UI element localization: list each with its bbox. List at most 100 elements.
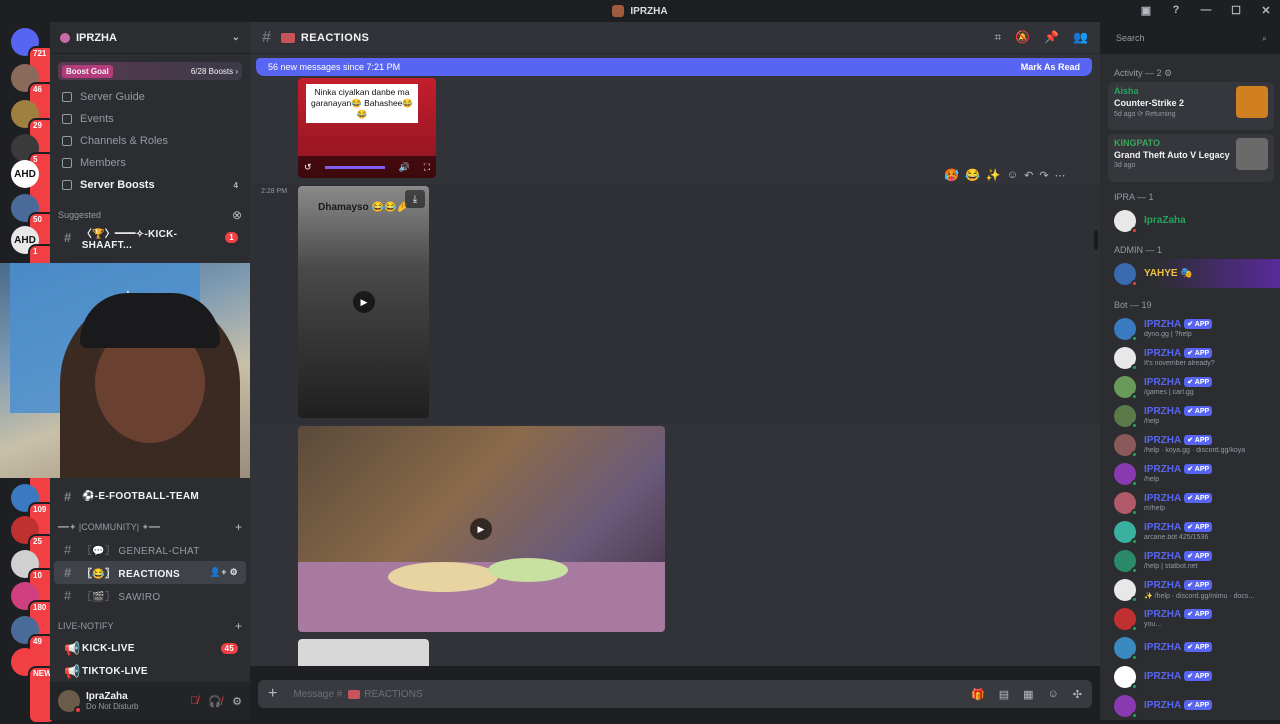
scrollbar[interactable]	[1094, 230, 1098, 250]
video-attachment[interactable]: ▶	[298, 426, 665, 632]
video-attachment[interactable]	[298, 639, 429, 666]
bot-member-item[interactable]: IPRZHA ✔ APP	[1100, 633, 1280, 662]
threads-icon[interactable]: ⌗	[994, 30, 1001, 45]
sticker-icon[interactable]: ▦	[1023, 688, 1033, 701]
reply-icon[interactable]: ↶	[1024, 169, 1033, 182]
add-channel-icon[interactable]: +	[235, 619, 242, 633]
members-icon[interactable]: 👥	[1073, 30, 1088, 45]
help-icon[interactable]: ?	[1168, 2, 1184, 18]
deafen-icon[interactable]: 🎧̸	[208, 695, 222, 708]
channel-item[interactable]: # 〖💬〗 GENERAL-CHAT	[54, 538, 246, 561]
bot-status: /help	[1144, 476, 1160, 483]
download-icon[interactable]: ⤓	[405, 190, 425, 208]
gif-icon[interactable]: ▤	[999, 688, 1009, 701]
channel-item[interactable]: # 〖🎬〗 SAWIRO	[54, 584, 246, 607]
bot-member-item[interactable]: IPRZHA ✔ APP you...	[1100, 604, 1280, 633]
apps-icon[interactable]: ✣	[1073, 688, 1082, 701]
nav-item-channels-roles[interactable]: Channels & Roles	[50, 130, 250, 152]
app-badge: ✔ APP	[1184, 493, 1213, 504]
video-attachment[interactable]: Ninka ciyalkan danbe ma garanayan😂 Bahas…	[298, 78, 436, 178]
bot-member-item[interactable]: IPRZHA ✔ APP/games | carl.gg	[1100, 372, 1280, 401]
user-panel: IpraZaha Do Not Disturb 🎙̸ 🎧̸ ⚙	[50, 682, 250, 720]
emoji-reaction-1[interactable]: 🥵	[944, 168, 959, 182]
play-icon[interactable]: ▶	[353, 291, 375, 313]
channel-settings-icon[interactable]: 👤+ ⚙	[210, 567, 238, 578]
channel-emoji-icon	[280, 32, 295, 43]
message-actions: 🥵 😂 ✨ ☺ ↶ ↷ ⋯	[944, 168, 1066, 182]
bot-member-item[interactable]: IPRZHA ✔ APP It's november already?	[1100, 343, 1280, 372]
forward-icon[interactable]: ↷	[1039, 169, 1048, 182]
gift-icon[interactable]: 🎁	[971, 688, 985, 701]
bot-member-item[interactable]: IPRZHA ✔ APP/help	[1100, 401, 1280, 430]
live-notify-category[interactable]: LIVE-NOTIFY +	[50, 615, 250, 637]
bot-member-item[interactable]: IPRZHA ✔ APP	[1100, 662, 1280, 691]
dismiss-icon[interactable]: ⊗	[232, 208, 242, 222]
new-messages-bar[interactable]: 56 new messages since 7:21 PM Mark As Re…	[256, 58, 1092, 76]
hash-icon: #	[262, 28, 271, 46]
nav-item-server-guide[interactable]: Server Guide	[50, 86, 250, 108]
bot-member-item[interactable]: IPRZHA ✔ APP/help · koya.gg · discord.gg/…	[1100, 430, 1280, 459]
pin-icon[interactable]: 📌	[1044, 30, 1059, 45]
bot-member-item[interactable]: IPRZHA ✔ APP	[1100, 691, 1280, 720]
bot-name: IPRZHA	[1144, 642, 1182, 653]
minimize-button[interactable]: —	[1198, 2, 1214, 18]
channel-item[interactable]: # 〖😂〗 REACTIONS 👤+ ⚙	[54, 561, 246, 584]
member-name: IPRZHA ✔ APP	[1144, 348, 1215, 359]
activity-card[interactable]: Aisha Counter-Strike 2 5d ago ⟳ Returning	[1108, 82, 1274, 130]
mute-mic-icon[interactable]: 🎙̸	[190, 695, 198, 708]
guild-header[interactable]: IPRZHA ⌄	[50, 22, 250, 54]
server-icon[interactable]: AHD	[11, 160, 39, 188]
volume-icon[interactable]: 🔊	[399, 162, 410, 173]
inbox-icon[interactable]: ▣	[1138, 2, 1154, 18]
suggested-channel[interactable]: # 〈🏆〉━━✧-KICK-SHAAFT... 1	[54, 226, 246, 251]
member-item[interactable]: YAHYE 🎭	[1100, 259, 1280, 288]
search-input[interactable]: Search ⌕	[1110, 28, 1273, 48]
bot-member-item[interactable]: IPRZHA ✔ APP dyno.gg | ?help	[1100, 314, 1280, 343]
message-input[interactable]: + Message # REACTIONS 🎁 ▤ ▦ ☺ ✣	[258, 680, 1092, 708]
add-channel-icon[interactable]: +	[235, 520, 242, 534]
play-icon[interactable]: ▶	[470, 518, 492, 540]
gear-icon[interactable]: ⚙	[232, 695, 242, 708]
more-icon[interactable]: ⋯	[1055, 169, 1066, 182]
replay-icon[interactable]: ↺	[304, 162, 312, 173]
activity-card[interactable]: KINGPATO Grand Theft Auto V Legacy 3d ago	[1108, 134, 1274, 182]
mark-as-read-button[interactable]: Mark As Read	[1021, 62, 1080, 72]
progress-bar[interactable]	[325, 165, 386, 169]
mute-bell-icon[interactable]: 🔕	[1015, 30, 1030, 45]
announcement-icon: 📢	[64, 640, 81, 656]
maximize-button[interactable]: ☐	[1228, 2, 1244, 18]
nav-item-events[interactable]: Events	[50, 108, 250, 130]
app-badge: ✔ APP	[1184, 406, 1213, 417]
chat-messages: 56 new messages since 7:21 PM Mark As Re…	[250, 54, 1100, 666]
emoji-reaction-2[interactable]: 😂	[965, 168, 980, 182]
member-item[interactable]: IpraZaha	[1100, 206, 1280, 235]
boost-goal[interactable]: Boost Goal 6/28 Boosts ›	[58, 62, 242, 80]
fullscreen-icon[interactable]: ⛶	[424, 162, 430, 173]
bot-member-item[interactable]: IPRZHA ✔ APP ✨ /help · discord.gg/mimu · d…	[1100, 575, 1280, 604]
bot-status: m!help	[1144, 505, 1166, 512]
emoji-icon[interactable]: ☺	[1048, 688, 1059, 701]
close-button[interactable]: ✕	[1258, 2, 1274, 18]
emoji-reaction-3[interactable]: ✨	[986, 168, 1001, 182]
bot-member-item[interactable]: IPRZHA ✔ APP m!help	[1100, 488, 1280, 517]
avatar	[1114, 404, 1138, 429]
avatar[interactable]	[58, 690, 82, 714]
channel-item[interactable]: 📢 KICK-LIVE 45	[54, 637, 246, 660]
search-icon: ⌕	[1261, 32, 1267, 43]
nav-item-server-boosts[interactable]: Server Boosts 4	[50, 174, 250, 196]
add-reaction-icon[interactable]: ☺	[1007, 169, 1018, 181]
nav-item-members[interactable]: Members	[50, 152, 250, 174]
video-attachment[interactable]: Dhamayso 😂😂🤌 ⤓ ▶	[298, 186, 429, 418]
nav-icon	[62, 136, 72, 146]
channel-item[interactable]: 📢 TIKTOK-LIVE	[54, 660, 246, 683]
channel-name: 〖😂〗 REACTIONS	[82, 569, 181, 580]
message-timestamp: 2:28 PM	[261, 188, 288, 195]
activity-time: 5d ago ⟳ Returning	[1114, 111, 1176, 118]
community-category[interactable]: ━━✦ |COMMUNITY| ✦━━ +	[50, 516, 250, 538]
role-header: IPRA — 1	[1114, 192, 1154, 202]
channel-efootball[interactable]: # ⚽-E-FOOTBALL-TEAM	[54, 485, 246, 508]
bot-member-item[interactable]: IPRZHA ✔ APP/help | statbot.net	[1100, 546, 1280, 575]
bot-member-item[interactable]: IPRZHA ✔ APP arcane.bot 425/1536	[1100, 517, 1280, 546]
add-attachment-icon[interactable]: +	[268, 685, 277, 703]
bot-member-item[interactable]: IPRZHA ✔ APP/help	[1100, 459, 1280, 488]
